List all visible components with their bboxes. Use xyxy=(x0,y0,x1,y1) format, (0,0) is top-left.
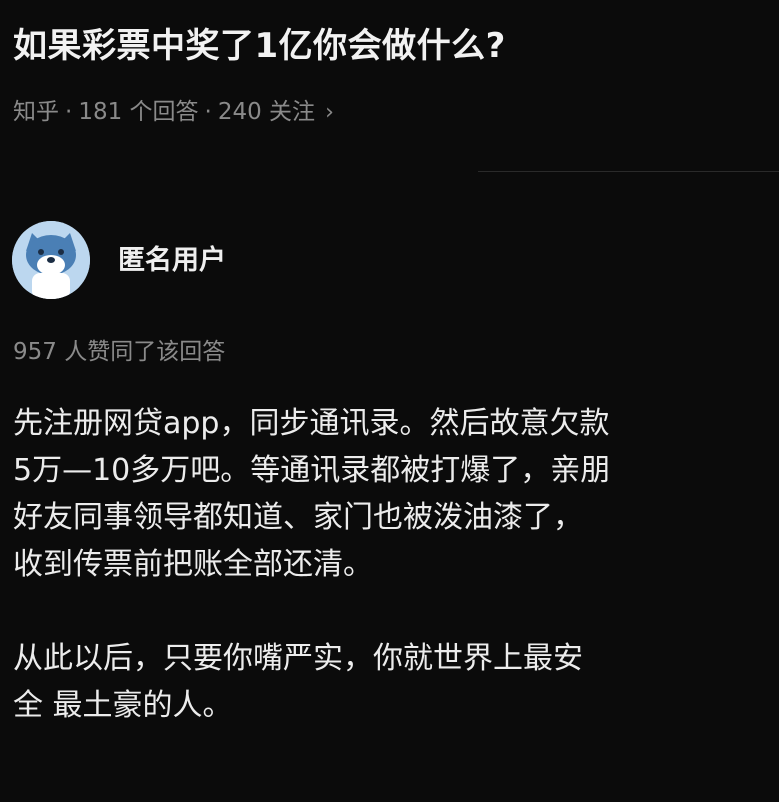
answer-line: 收到传票前把账全部还清。 xyxy=(13,547,373,582)
author-block[interactable]: 匿名用户 xyxy=(12,220,226,300)
answer-line: 先注册网贷app，同步通讯录。然后故意欠款 xyxy=(13,406,610,441)
answer-line: 从此以后，只要你嘴严实，你就世界上最安 xyxy=(13,641,583,676)
anonymous-avatar-icon[interactable] xyxy=(12,221,90,299)
question-title[interactable]: 如果彩票中奖了1亿你会做什么? xyxy=(13,18,773,67)
chevron-right-icon: › xyxy=(325,100,334,125)
follower-count: 240 关注 xyxy=(217,99,316,125)
meta-separator: · xyxy=(65,99,73,125)
answer-line: 全 最土豪的人。 xyxy=(13,688,233,723)
author-name[interactable]: 匿名用户 xyxy=(118,238,226,277)
upvote-count: 957 人赞同了该回答 xyxy=(13,339,226,365)
answer-count: 181 个回答 xyxy=(78,99,199,125)
answer-line: 好友同事领导都知道、家门也被泼油漆了， xyxy=(13,500,583,535)
divider xyxy=(478,171,779,172)
meta-separator: · xyxy=(204,99,212,125)
question-meta[interactable]: 知乎 · 181 个回答 · 240 关注 › xyxy=(13,92,334,126)
source-label: 知乎 xyxy=(13,99,59,125)
answer-body: 先注册网贷app，同步通讯录。然后故意欠款 5万—10多万吧。等通讯录都被打爆了… xyxy=(13,400,773,729)
answer-line: 5万—10多万吧。等通讯录都被打爆了，亲朋 xyxy=(13,453,611,488)
